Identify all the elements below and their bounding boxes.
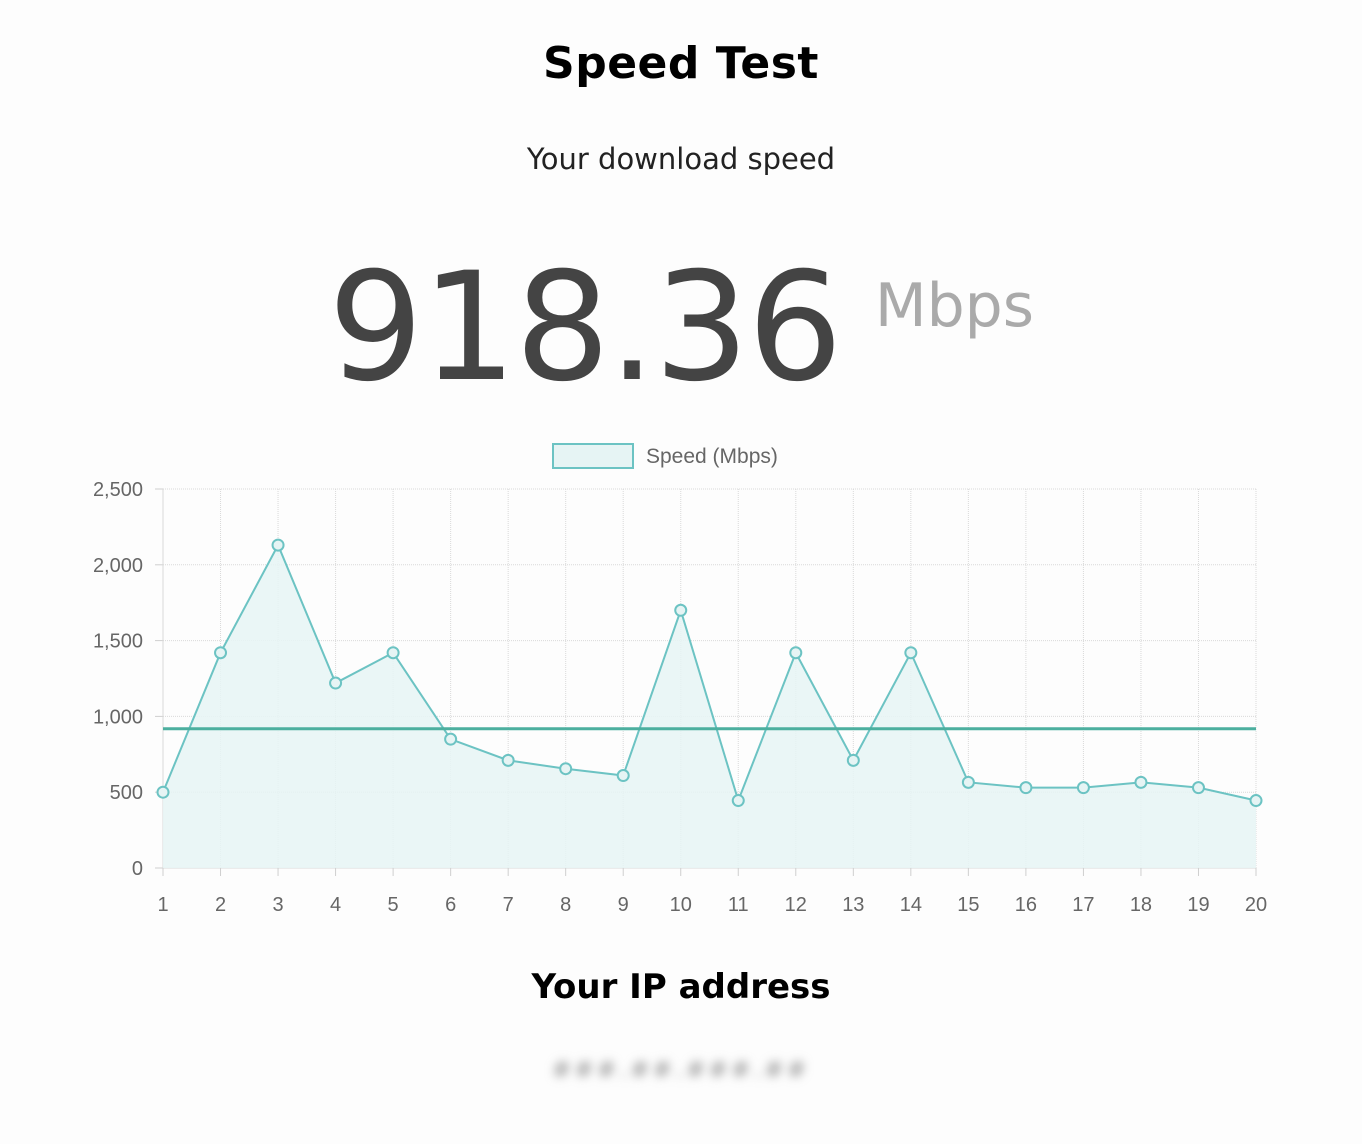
data-point <box>444 732 458 746</box>
x-tick-label: 4 <box>330 894 341 916</box>
ip-value: ###.##.###.## <box>552 1058 810 1083</box>
data-point <box>329 676 343 690</box>
x-tick-label: 8 <box>560 894 571 916</box>
data-point <box>616 769 630 783</box>
x-tick-label: 3 <box>272 894 283 916</box>
speed-value: 918.36 <box>327 241 843 415</box>
x-tick-label: 17 <box>1072 894 1094 916</box>
x-tick-label: 20 <box>1245 894 1267 916</box>
y-tick-label: 1,500 <box>93 631 143 653</box>
x-tick-label: 5 <box>388 894 399 916</box>
y-tick-label: 2,500 <box>93 479 143 501</box>
data-point <box>904 646 918 660</box>
data-point <box>1076 781 1090 795</box>
data-point <box>961 775 975 789</box>
data-point <box>1249 794 1263 808</box>
data-point <box>674 603 688 617</box>
data-point <box>1019 781 1033 795</box>
x-tick-label: 18 <box>1130 894 1152 916</box>
download-speed-label: Your download speed <box>526 142 836 176</box>
legend-label: Speed (Mbps) <box>646 445 778 468</box>
x-tick-label: 11 <box>728 894 749 916</box>
data-point <box>731 794 745 808</box>
data-point <box>386 646 400 660</box>
page-title: Speed Test <box>543 38 819 89</box>
y-axis-labels: 0 500 1,000 1,500 2,000 2,500 <box>93 479 143 880</box>
data-point <box>846 753 860 767</box>
y-tick-label: 500 <box>110 782 143 804</box>
x-tick-label: 1 <box>157 894 168 916</box>
x-tick-label: 2 <box>215 894 226 916</box>
data-point <box>559 762 573 776</box>
data-point <box>214 646 228 660</box>
data-point <box>501 753 515 767</box>
y-tick-label: 2,000 <box>93 555 143 577</box>
x-tick-label: 10 <box>670 894 692 916</box>
data-point <box>789 646 803 660</box>
x-tick-label: 19 <box>1187 894 1209 916</box>
data-point <box>1134 775 1148 789</box>
ip-heading: Your IP address <box>531 967 831 1007</box>
x-tick-label: 7 <box>503 894 514 916</box>
speed-result: 918.36 Mbps <box>0 248 1362 408</box>
y-tick-label: 0 <box>132 858 143 880</box>
x-tick-label: 15 <box>957 894 979 916</box>
chart-legend[interactable]: Speed (Mbps) <box>552 443 778 469</box>
x-tick-label: 14 <box>900 894 922 916</box>
chart-area <box>162 542 1257 868</box>
y-tick-label: 1,000 <box>93 706 143 728</box>
x-tick-label: 6 <box>445 894 456 916</box>
speed-chart: 05001,0001,5002,0002,500 1 2 3 4 5 6 7 8 9 10 11 12… <box>93 443 1267 916</box>
speed-unit: Mbps <box>874 271 1035 341</box>
x-tick-label: 13 <box>842 894 864 916</box>
x-tick-label: 12 <box>785 894 807 916</box>
x-tick-label: 9 <box>618 894 629 916</box>
data-point <box>1191 781 1205 795</box>
data-point <box>271 538 285 552</box>
x-axis-labels: 1 2 3 4 5 6 7 8 9 10 11 12 13 14 15 16 17 18 19 20 <box>157 894 1267 916</box>
legend-swatch <box>552 443 634 469</box>
data-point <box>156 785 170 799</box>
x-tick-label: 16 <box>1015 894 1037 916</box>
